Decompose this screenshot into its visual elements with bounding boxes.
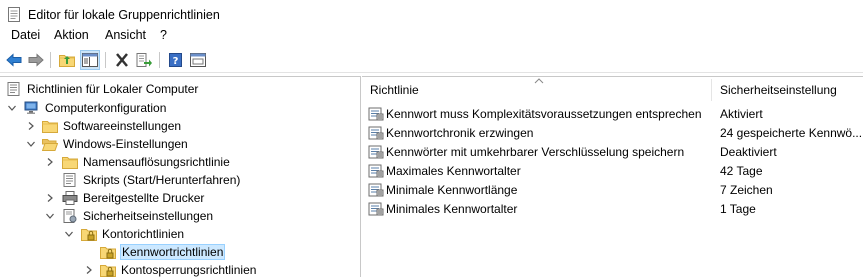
toolbar-separator (105, 52, 106, 68)
chevron-right-icon[interactable] (45, 157, 55, 167)
policy-list-pane: Richtlinie Sicherheitseinstellung Kennwo… (362, 76, 863, 277)
show-hide-tree-icon[interactable] (80, 50, 100, 70)
tree-item-label: Sicherheitseinstellungen (83, 209, 214, 223)
tree-item-root[interactable]: Richtlinien für Lokaler Computer (6, 80, 198, 98)
policy-name: Kennwortchronik erzwingen (386, 126, 534, 140)
forward-arrow-icon[interactable] (26, 50, 46, 70)
printer-icon (62, 191, 78, 205)
toolbar: ? (0, 48, 863, 73)
window-title: Editor für lokale Gruppenrichtlinien (28, 8, 220, 22)
tree-item-label: Bereitgestellte Drucker (83, 191, 205, 205)
tree-item-name-resolution[interactable]: Namensauflösungsrichtlinie (62, 153, 230, 171)
tree-item-label: Kennwortrichtlinien (119, 244, 226, 260)
tree-item-computer-config[interactable]: Computerkonfiguration (24, 99, 166, 117)
tree-item-password-policies[interactable]: Kennwortrichtlinien (100, 243, 226, 261)
folder-icon (42, 119, 58, 133)
menu-file[interactable]: Datei (9, 28, 42, 42)
tree-item-label: Richtlinien für Lokaler Computer (27, 82, 199, 96)
delete-icon[interactable] (112, 50, 132, 70)
folder-lock-icon (100, 245, 116, 259)
menu-view[interactable]: Ansicht (103, 28, 148, 42)
tree-item-label: Computerkonfiguration (45, 101, 167, 115)
chevron-right-icon[interactable] (84, 265, 94, 275)
tree-item-label: Kontorichtlinien (102, 227, 185, 241)
menu-help[interactable]: ? (158, 28, 169, 42)
tree-item-lockout-policies[interactable]: Kontosperrungsrichtlinien (100, 261, 256, 277)
tree-pane: Richtlinien für Lokaler Computer Compute… (0, 76, 361, 277)
chevron-down-icon[interactable] (45, 211, 55, 221)
tree-item-label: Namensauflösungsrichtlinie (83, 155, 230, 169)
list-row[interactable]: Kennwort muss Komplexitätsvoraussetzunge… (362, 105, 863, 124)
list-row[interactable]: Kennwörter mit umkehrbarer Verschlüsselu… (362, 143, 863, 162)
folder-lock-icon (81, 227, 97, 241)
export-list-icon[interactable] (134, 50, 154, 70)
policy-setting: 42 Tage (720, 164, 763, 178)
list-row[interactable]: Kennwortchronik erzwingen 24 gespeichert… (362, 124, 863, 143)
computer-icon (24, 101, 40, 115)
policy-setting: 7 Zeichen (720, 183, 773, 197)
chevron-down-icon[interactable] (26, 139, 36, 149)
properties-icon[interactable] (188, 50, 208, 70)
tree-item-label: Skripts (Start/Herunterfahren) (83, 173, 241, 187)
policy-name: Maximales Kennwortalter (386, 164, 521, 178)
policy-setting-icon (368, 126, 384, 140)
chevron-right-icon[interactable] (26, 121, 36, 131)
policy-setting: Deaktiviert (720, 145, 777, 159)
list-row[interactable]: Minimale Kennwortlänge 7 Zeichen (362, 181, 863, 200)
column-divider[interactable] (711, 79, 712, 101)
toolbar-separator (159, 52, 160, 68)
toolbar-separator (50, 52, 51, 68)
tree-item-windows-settings[interactable]: Windows-Einstellungen (42, 135, 188, 153)
tree-item-security-settings[interactable]: Sicherheitseinstellungen (62, 207, 213, 225)
policy-setting-icon (368, 145, 384, 159)
column-header-label: Sicherheitseinstellung (720, 83, 837, 97)
menu-action[interactable]: Aktion (52, 28, 91, 42)
policy-name: Minimales Kennwortalter (386, 202, 518, 216)
policy-setting-icon (368, 202, 384, 216)
tree-item-software-settings[interactable]: Softwareeinstellungen (42, 117, 181, 135)
policy-setting-icon (368, 183, 384, 197)
tree-item-label: Softwareeinstellungen (63, 119, 182, 133)
svg-text:?: ? (173, 56, 179, 67)
chevron-right-icon[interactable] (45, 193, 55, 203)
security-settings-icon (62, 209, 78, 223)
policy-setting-icon (368, 107, 384, 121)
up-folder-icon[interactable] (57, 50, 77, 70)
tree-item-scripts[interactable]: Skripts (Start/Herunterfahren) (62, 171, 240, 189)
policy-name: Minimale Kennwortlänge (386, 183, 518, 197)
policy-setting: 1 Tage (720, 202, 756, 216)
policy-setting-icon (368, 164, 384, 178)
folder-icon (62, 155, 78, 169)
column-header-label: Richtlinie (370, 83, 419, 97)
chevron-down-icon[interactable] (7, 103, 17, 113)
column-header-setting[interactable]: Sicherheitseinstellung (720, 77, 863, 103)
policy-setting: Aktiviert (720, 107, 763, 121)
list-row[interactable]: Minimales Kennwortalter 1 Tage (362, 200, 863, 219)
tree-item-account-policies[interactable]: Kontorichtlinien (81, 225, 184, 243)
list-row[interactable]: Maximales Kennwortalter 42 Tage (362, 162, 863, 181)
chevron-down-icon[interactable] (64, 229, 74, 239)
tree-item-label: Kontosperrungsrichtlinien (121, 263, 257, 277)
policy-name: Kennwort muss Komplexitätsvoraussetzunge… (386, 107, 702, 121)
app-icon (8, 7, 20, 22)
back-arrow-icon[interactable] (4, 50, 24, 70)
help-icon[interactable]: ? (166, 50, 186, 70)
policy-setting: 24 gespeicherte Kennwö... (720, 126, 863, 140)
folder-open-icon (42, 137, 58, 151)
tree-item-printers[interactable]: Bereitgestellte Drucker (62, 189, 204, 207)
policy-document-icon (6, 82, 22, 96)
column-header-policy[interactable]: Richtlinie (370, 77, 710, 103)
script-icon (62, 173, 78, 187)
policy-name: Kennwörter mit umkehrbarer Verschlüsselu… (386, 145, 685, 159)
tree-item-label: Windows-Einstellungen (63, 137, 188, 151)
folder-lock-icon (100, 263, 116, 277)
menu-bar: Datei Aktion Ansicht ? (0, 26, 863, 46)
